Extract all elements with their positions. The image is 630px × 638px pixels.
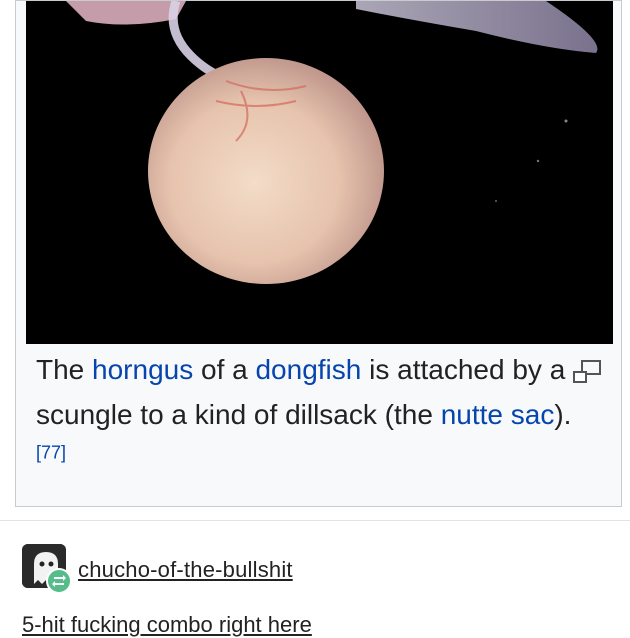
dongfish-link[interactable]: dongfish (255, 354, 361, 385)
reblog-icon (46, 568, 72, 594)
image-caption: The horngus of a dongfish is attached by… (36, 347, 576, 482)
nutte-sac-link[interactable]: nutte sac (441, 399, 555, 430)
caption-text: ). (554, 399, 572, 430)
post-divider (0, 520, 630, 521)
dillsack-text: dillsack (285, 399, 377, 430)
wiki-thumbnail-frame: The horngus of a dongfish is attached by… (15, 0, 622, 507)
egg-sac-photo[interactable] (26, 1, 613, 344)
scungle-text: scungle (36, 399, 133, 430)
caption-text: The (36, 354, 93, 385)
caption-text: to a kind of (132, 399, 286, 430)
caption-text: of a (193, 354, 256, 385)
caption-text: is attached by a (361, 354, 566, 385)
caption-text: (the (376, 399, 441, 430)
post-username[interactable]: chucho-of-the-bullshit (78, 557, 293, 583)
magnify-clip-icon[interactable] (571, 359, 603, 385)
citation-link[interactable]: [77] (36, 443, 66, 463)
horngus-link[interactable]: horngus (92, 354, 193, 385)
post-text: 5-hit fucking combo right here (22, 612, 312, 637)
